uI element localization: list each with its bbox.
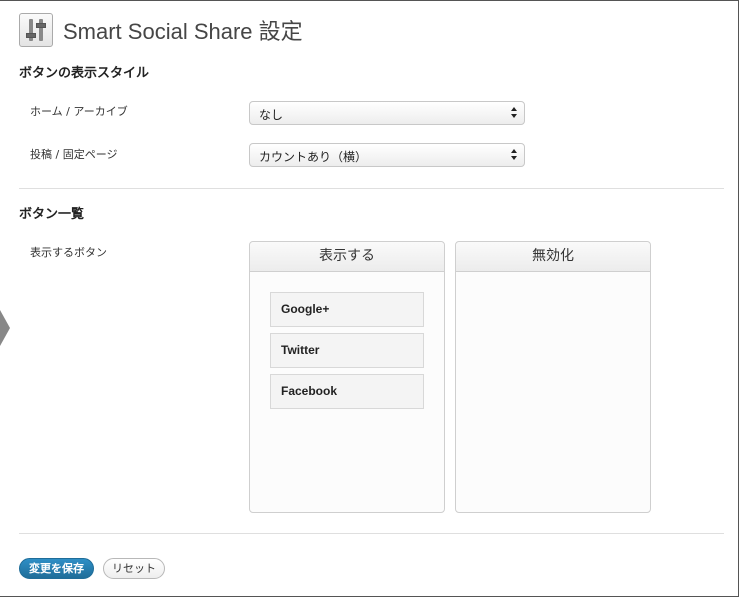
post-page-select[interactable]: カウントあり（横）	[249, 143, 525, 167]
twitter-button-item[interactable]: Twitter	[270, 333, 424, 368]
page-header: Smart Social Share 設定	[19, 13, 303, 47]
divider	[19, 188, 724, 189]
disabled-buttons-panel[interactable]: 無効化	[455, 241, 651, 513]
divider	[19, 533, 724, 534]
home-archive-label: ホーム / アーカイブ	[30, 105, 128, 118]
display-style-section-title: ボタンの表示スタイル	[19, 66, 150, 81]
visible-buttons-label: 表示するボタン	[30, 246, 107, 259]
collapse-arrow-icon[interactable]	[0, 310, 10, 346]
post-page-select-value: カウントあり（横）	[259, 150, 368, 164]
select-arrows-icon	[511, 149, 518, 161]
select-arrows-icon	[511, 107, 518, 119]
home-archive-select-value: なし	[259, 108, 284, 122]
page-title: Smart Social Share 設定	[63, 19, 303, 44]
enabled-buttons-panel[interactable]: 表示する Google+ Twitter Facebook	[249, 241, 445, 513]
home-archive-select[interactable]: なし	[249, 101, 525, 125]
settings-page: Smart Social Share 設定 ボタンの表示スタイル ホーム / ア…	[0, 0, 739, 597]
facebook-button-item[interactable]: Facebook	[270, 374, 424, 409]
enabled-panel-title: 表示する	[250, 242, 444, 272]
settings-sliders-icon	[19, 13, 53, 47]
disabled-panel-title: 無効化	[456, 242, 650, 272]
save-changes-button[interactable]: 変更を保存	[19, 558, 94, 579]
button-list-section-title: ボタン一覧	[19, 207, 85, 222]
google-plus-button-item[interactable]: Google+	[270, 292, 424, 327]
reset-button[interactable]: リセット	[103, 558, 165, 579]
post-page-label: 投稿 / 固定ページ	[30, 148, 118, 161]
